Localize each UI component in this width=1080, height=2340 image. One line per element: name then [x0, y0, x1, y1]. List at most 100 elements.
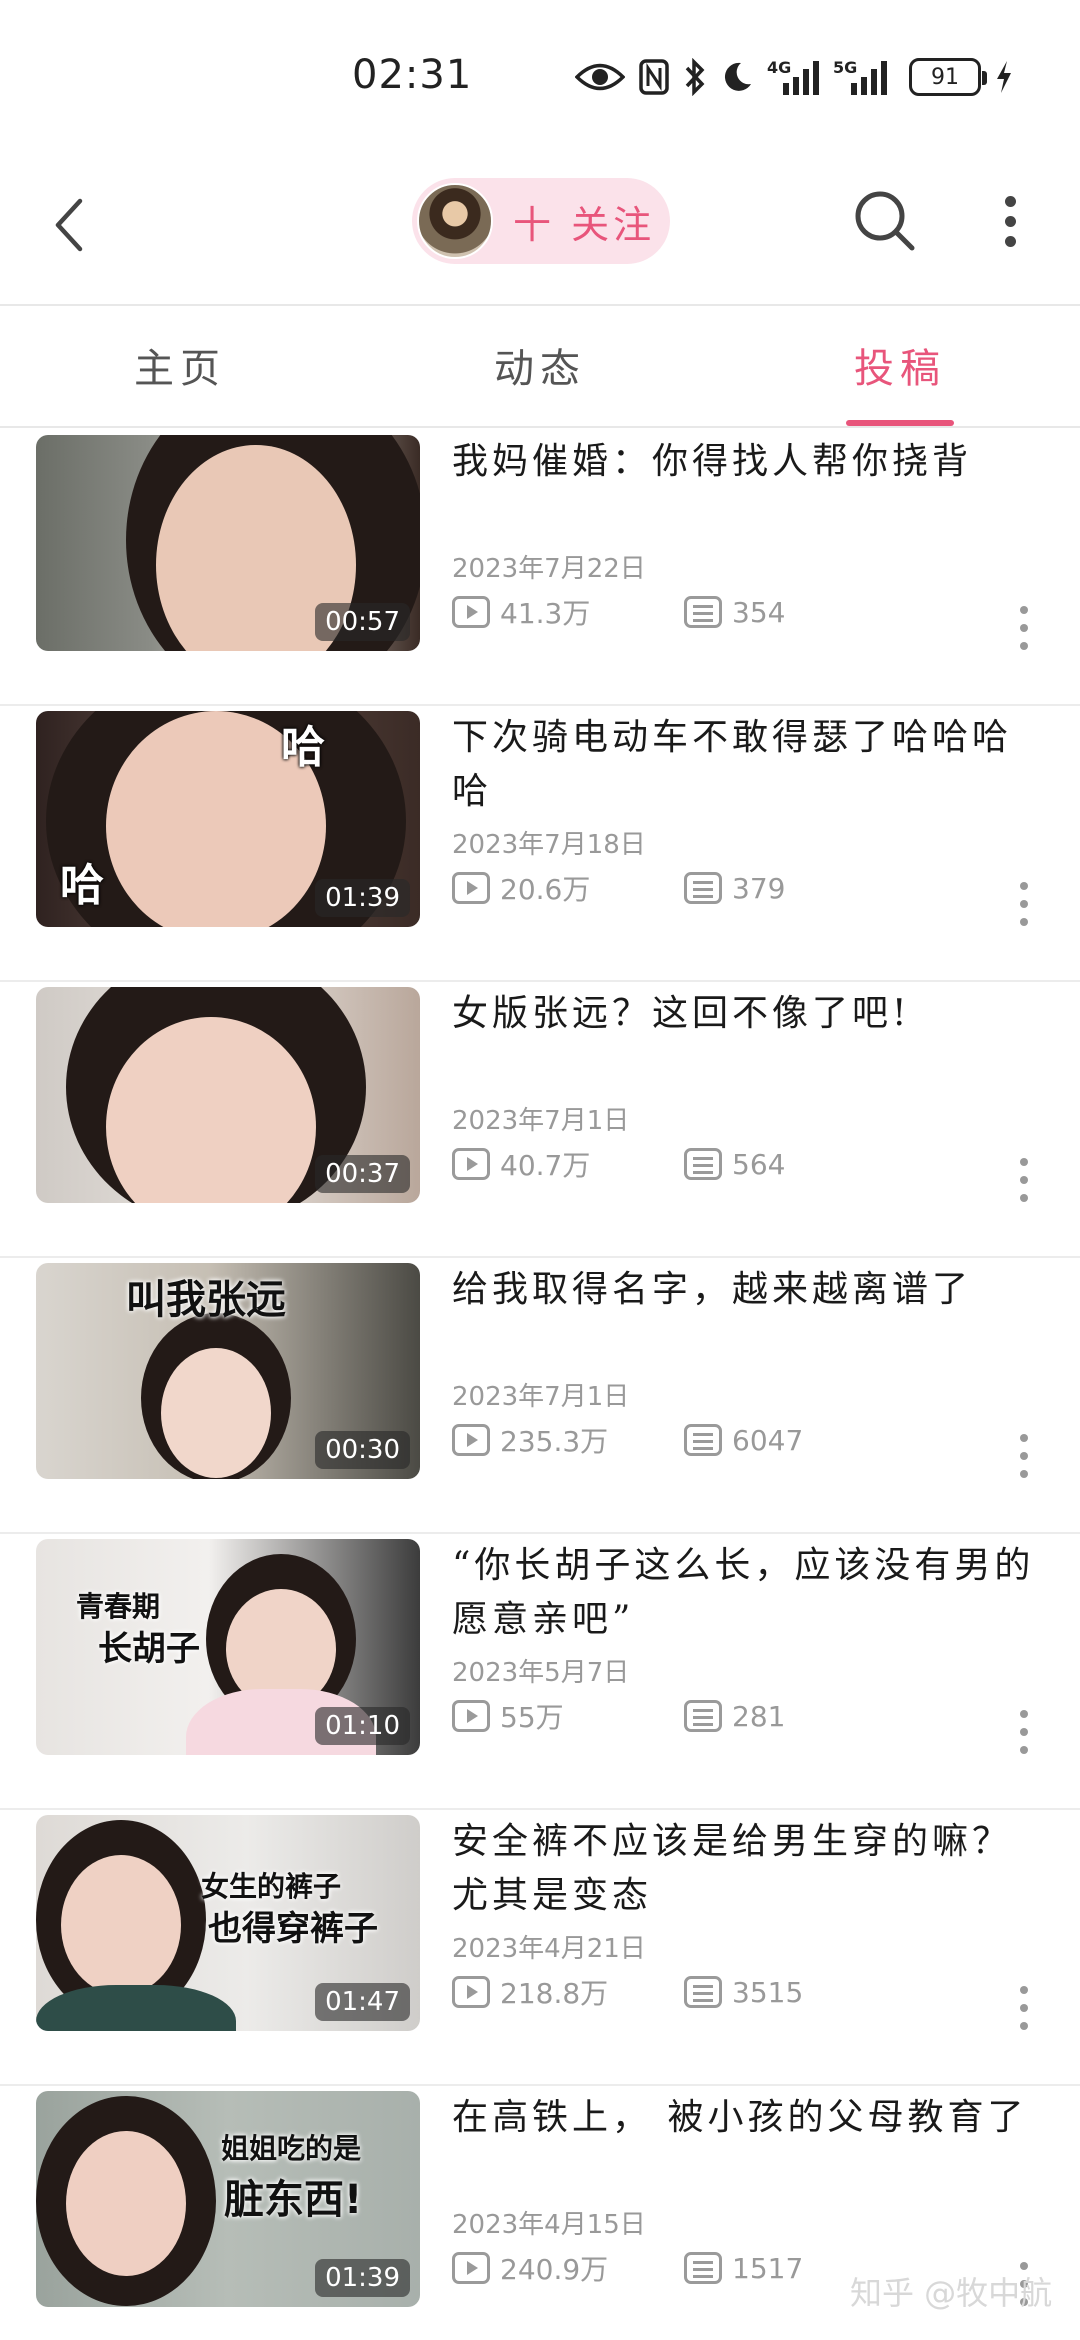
profile-tabs: 主页 动态 投稿 — [0, 306, 1080, 428]
play-icon — [452, 1148, 490, 1180]
video-duration: 00:57 — [315, 603, 410, 641]
more-dot — [1020, 642, 1028, 650]
video-title[interactable]: 在高铁上， 被小孩的父母教育了 — [452, 2091, 1042, 2145]
more-dot — [1020, 900, 1028, 908]
comment-count: 564 — [684, 1148, 785, 1181]
thumbnail-caption: 姐姐吃的是 — [221, 2132, 362, 2165]
avatar[interactable] — [417, 183, 493, 259]
comment-count-value: 1517 — [732, 2251, 804, 2285]
play-count-value: 235.3万 — [500, 1425, 609, 1458]
eye-icon — [575, 53, 625, 101]
tab-submissions[interactable]: 投稿 — [800, 336, 1000, 406]
profile-header: 十 关注 — [0, 150, 1080, 306]
thumbnail-caption: 哈 — [60, 860, 104, 911]
item-more-button[interactable] — [1018, 1158, 1030, 1202]
video-duration: 01:47 — [315, 1983, 410, 2021]
charging-icon — [995, 53, 1013, 101]
video-thumbnail[interactable]: 哈 哈 01:39 — [36, 711, 420, 927]
video-title[interactable]: 女版张远？这回不像了吧! — [452, 987, 1042, 1041]
play-count-value: 40.7万 — [500, 1149, 591, 1182]
play-count: 235.3万 — [452, 1420, 684, 1460]
more-dot — [1004, 235, 1016, 247]
video-stats: 40.7万 564 — [452, 1142, 785, 1186]
watermark: 知乎 @牧中航 — [850, 2274, 1053, 2312]
more-dot — [1020, 606, 1028, 614]
more-dot — [1020, 1746, 1028, 1754]
item-more-button[interactable] — [1018, 1986, 1030, 2030]
video-item[interactable]: 青春期 长胡子 01:10 “你长胡子这么长，应该没有男的愿意亲吧” 2023年… — [0, 1534, 1080, 1810]
more-dot — [1020, 624, 1028, 632]
tab-home[interactable]: 主页 — [80, 336, 280, 406]
moon-icon — [721, 53, 753, 101]
comment-count: 3515 — [684, 1976, 803, 2009]
video-date: 2023年5月7日 — [452, 1658, 630, 1688]
video-thumbnail[interactable]: 青春期 长胡子 01:10 — [36, 1539, 420, 1755]
item-more-button[interactable] — [1018, 606, 1030, 650]
play-count: 40.7万 — [452, 1144, 684, 1184]
video-item[interactable]: 哈 哈 01:39 下次骑电动车不敢得瑟了哈哈哈哈 2023年7月18日 20.… — [0, 706, 1080, 982]
video-title[interactable]: 给我取得名字，越来越离谱了 — [452, 1263, 1042, 1317]
video-thumbnail[interactable]: 00:57 — [36, 435, 420, 651]
thumbnail-image — [36, 1985, 236, 2031]
video-item[interactable]: 00:57 我妈催婚：你得找人帮你挠背 2023年7月22日 41.3万 354 — [0, 430, 1080, 706]
status-time: 02:31 — [352, 52, 473, 98]
video-thumbnail[interactable]: 00:37 — [36, 987, 420, 1203]
play-count-value: 55万 — [500, 1701, 564, 1734]
more-dot — [1020, 2022, 1028, 2030]
play-count: 41.3万 — [452, 592, 684, 632]
comment-icon — [684, 596, 722, 628]
play-count: 240.9万 — [452, 2248, 684, 2288]
thumbnail-caption: 长胡子 — [98, 1629, 200, 1669]
search-button[interactable] — [850, 186, 920, 256]
comment-count-value: 6047 — [732, 1423, 804, 1457]
comment-count-value: 564 — [732, 1147, 786, 1181]
comment-count: 6047 — [684, 1424, 803, 1457]
video-thumbnail[interactable]: 女生的裤子 也得穿裤子 01:47 — [36, 1815, 420, 2031]
more-options-button[interactable] — [995, 186, 1025, 256]
play-icon — [452, 596, 490, 628]
active-tab-indicator — [846, 420, 954, 426]
comment-icon — [684, 1976, 722, 2008]
thumbnail-image — [161, 1348, 271, 1478]
comment-icon — [684, 1424, 722, 1456]
play-count-value: 20.6万 — [500, 873, 591, 906]
item-more-button[interactable] — [1018, 882, 1030, 926]
back-button[interactable] — [38, 190, 98, 260]
item-more-button[interactable] — [1018, 1434, 1030, 1478]
video-duration: 01:39 — [315, 879, 410, 917]
follow-button[interactable]: 十 关注 — [412, 178, 670, 264]
battery-icon: 91 — [909, 58, 987, 96]
video-item[interactable]: 00:37 女版张远？这回不像了吧! 2023年7月1日 40.7万 564 — [0, 982, 1080, 1258]
comment-count-value: 379 — [732, 871, 786, 905]
video-date: 2023年4月21日 — [452, 1934, 646, 1964]
comment-count: 281 — [684, 1700, 785, 1733]
video-thumbnail[interactable]: 叫我张远 00:30 — [36, 1263, 420, 1479]
video-item[interactable]: 女生的裤子 也得穿裤子 01:47 安全裤不应该是给男生穿的嘛？尤其是变态 20… — [0, 1810, 1080, 2086]
video-duration: 00:30 — [315, 1431, 410, 1469]
more-dot — [1020, 1176, 1028, 1184]
video-title[interactable]: 安全裤不应该是给男生穿的嘛？尤其是变态 — [452, 1815, 1042, 1923]
search-icon — [855, 191, 915, 251]
more-dot — [1004, 215, 1016, 227]
video-item[interactable]: 叫我张远 00:30 给我取得名字，越来越离谱了 2023年7月1日 235.3… — [0, 1258, 1080, 1534]
video-title[interactable]: 下次骑电动车不敢得瑟了哈哈哈哈 — [452, 711, 1042, 819]
video-stats: 235.3万 6047 — [452, 1418, 803, 1462]
play-icon — [452, 872, 490, 904]
comment-icon — [684, 872, 722, 904]
video-date: 2023年7月1日 — [452, 1106, 630, 1136]
play-count: 20.6万 — [452, 868, 684, 908]
thumbnail-caption: 女生的裤子 — [201, 1870, 342, 1903]
thumbnail-caption: 也得穿裤子 — [208, 1909, 378, 1949]
more-dot — [1020, 1986, 1028, 1994]
play-icon — [452, 1976, 490, 2008]
video-thumbnail[interactable]: 姐姐吃的是 脏东西! 01:39 — [36, 2091, 420, 2307]
video-title[interactable]: “你长胡子这么长，应该没有男的愿意亲吧” — [452, 1539, 1042, 1647]
item-more-button[interactable] — [1018, 1710, 1030, 1754]
more-dot — [1020, 2004, 1028, 2012]
thumbnail-caption: 青春期 — [76, 1590, 161, 1623]
video-title[interactable]: 我妈催婚：你得找人帮你挠背 — [452, 435, 1042, 489]
tab-activity[interactable]: 动态 — [440, 336, 640, 406]
play-count: 55万 — [452, 1696, 684, 1736]
thumbnail-caption: 叫我张远 — [126, 1277, 286, 1323]
bluetooth-icon — [683, 53, 707, 101]
